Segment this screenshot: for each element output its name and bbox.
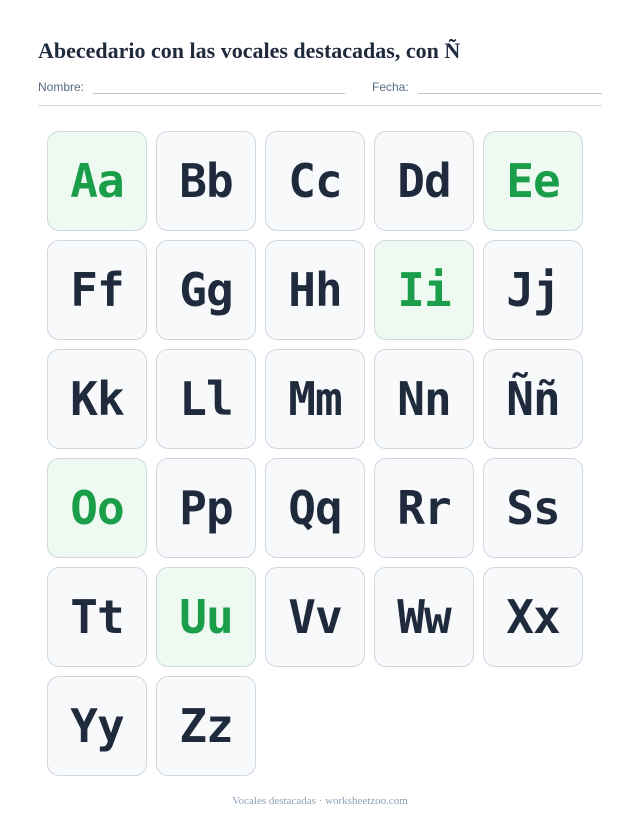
vowel-letter-card: Oo bbox=[47, 458, 147, 558]
letter-card: Mm bbox=[265, 349, 365, 449]
name-line bbox=[93, 93, 345, 94]
letter-card: Rr bbox=[374, 458, 474, 558]
letter-card: Yy bbox=[47, 676, 147, 776]
vowel-letter-card: Ee bbox=[483, 131, 583, 231]
letter-card: Ññ bbox=[483, 349, 583, 449]
letter-card: Ss bbox=[483, 458, 583, 558]
footer-text: Vocales destacadas · worksheetzoo.com bbox=[232, 795, 408, 807]
letter-card: Bb bbox=[156, 131, 256, 231]
letter-card: Gg bbox=[156, 240, 256, 340]
letter-card: Ff bbox=[47, 240, 147, 340]
header-divider bbox=[38, 105, 602, 106]
letter-card: Kk bbox=[47, 349, 147, 449]
letter-grid: Aa Bb Cc Dd Ee Ff Gg Hh Ii Jj Kk Ll Mm Nn Ññ Oo Pp Qq Rr Ss… bbox=[47, 131, 583, 776]
letter-card: Vv bbox=[265, 567, 365, 667]
date-label: Fecha: bbox=[372, 80, 409, 94]
letter-card: Jj bbox=[483, 240, 583, 340]
letter-card: Hh bbox=[265, 240, 365, 340]
vowel-letter-card: Ii bbox=[374, 240, 474, 340]
letter-card: Nn bbox=[374, 349, 474, 449]
letter-card: Pp bbox=[156, 458, 256, 558]
letter-card: Cc bbox=[265, 131, 365, 231]
student-info-row: Nombre: Fecha: bbox=[38, 80, 602, 98]
page-title: Abecedario con las vocales destacadas, c… bbox=[38, 38, 461, 63]
letter-card: Xx bbox=[483, 567, 583, 667]
letter-card: Ll bbox=[156, 349, 256, 449]
vowel-letter-card: Uu bbox=[156, 567, 256, 667]
letter-card: Ww bbox=[374, 567, 474, 667]
letter-card: Qq bbox=[265, 458, 365, 558]
letter-card: Zz bbox=[156, 676, 256, 776]
letter-card: Dd bbox=[374, 131, 474, 231]
name-label: Nombre: bbox=[38, 80, 85, 94]
date-line bbox=[418, 93, 602, 94]
vowel-letter-card: Aa bbox=[47, 131, 147, 231]
letter-card: Tt bbox=[47, 567, 147, 667]
